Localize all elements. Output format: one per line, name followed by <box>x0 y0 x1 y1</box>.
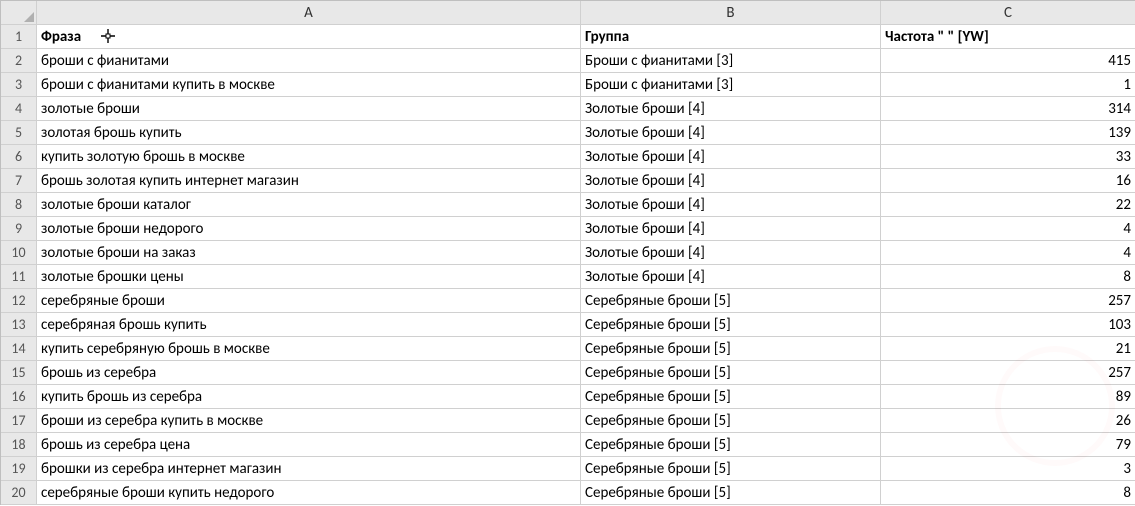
cell-phrase[interactable]: брошки из серебра интернет магазин <box>37 457 581 481</box>
cell-freq[interactable]: 3 <box>881 457 1135 481</box>
cell-freq[interactable]: 4 <box>881 241 1135 265</box>
cell-group[interactable]: Золотые броши [4] <box>581 145 881 169</box>
cell-group[interactable]: Серебряные броши [5] <box>581 289 881 313</box>
row-header[interactable]: 9 <box>1 217 37 241</box>
cell-group[interactable]: Серебряные броши [5] <box>581 337 881 361</box>
cell-freq[interactable]: 79 <box>881 433 1135 457</box>
cell-phrase[interactable]: купить брошь из серебра <box>37 385 581 409</box>
cell-group[interactable]: Золотые броши [4] <box>581 97 881 121</box>
row-header[interactable]: 11 <box>1 265 37 289</box>
row-header[interactable]: 3 <box>1 73 37 97</box>
cell-freq[interactable]: 257 <box>881 289 1135 313</box>
cell-phrase[interactable]: золотая брошь купить <box>37 121 581 145</box>
cell-freq[interactable]: 22 <box>881 193 1135 217</box>
cell-phrase[interactable]: серебряная брошь купить <box>37 313 581 337</box>
cell-phrase[interactable]: броши с фианитами купить в москве <box>37 73 581 97</box>
cell-phrase[interactable]: золотые брошки цены <box>37 265 581 289</box>
row-header[interactable]: 5 <box>1 121 37 145</box>
column-header-c[interactable]: C <box>881 1 1135 25</box>
row-header[interactable]: 17 <box>1 409 37 433</box>
cell-phrase[interactable]: серебряные броши купить недорого <box>37 481 581 505</box>
cell-phrase[interactable]: серебряные броши <box>37 289 581 313</box>
header-cell-group[interactable]: Группа <box>581 25 881 49</box>
cell-freq[interactable]: 16 <box>881 169 1135 193</box>
row-header[interactable]: 15 <box>1 361 37 385</box>
cell-group[interactable]: Серебряные броши [5] <box>581 457 881 481</box>
cell-phrase[interactable]: золотые броши недорого <box>37 217 581 241</box>
cell-freq[interactable]: 314 <box>881 97 1135 121</box>
cell-freq[interactable]: 26 <box>881 409 1135 433</box>
cell-group[interactable]: Серебряные броши [5] <box>581 385 881 409</box>
row-header[interactable]: 4 <box>1 97 37 121</box>
cell-phrase[interactable]: брошь золотая купить интернет магазин <box>37 169 581 193</box>
spreadsheet-grid[interactable]: A B C 1 Фраза Группа Частота " " [YW] 2б… <box>0 0 1135 505</box>
row-header[interactable]: 12 <box>1 289 37 313</box>
cell-freq[interactable]: 139 <box>881 121 1135 145</box>
cell-freq[interactable]: 89 <box>881 385 1135 409</box>
row-header[interactable]: 20 <box>1 481 37 505</box>
row-header[interactable]: 7 <box>1 169 37 193</box>
header-cell-phrase[interactable]: Фраза <box>37 25 581 49</box>
cell-group[interactable]: Золотые броши [4] <box>581 169 881 193</box>
column-header-b[interactable]: B <box>581 1 881 25</box>
row-header[interactable]: 1 <box>1 25 37 49</box>
column-header-a[interactable]: A <box>37 1 581 25</box>
cell-freq[interactable]: 21 <box>881 337 1135 361</box>
cell-phrase[interactable]: брошь из серебра цена <box>37 433 581 457</box>
cell-group[interactable]: Серебряные броши [5] <box>581 409 881 433</box>
cell-phrase[interactable]: золотые броши каталог <box>37 193 581 217</box>
row-header[interactable]: 10 <box>1 241 37 265</box>
cell-group[interactable]: Золотые броши [4] <box>581 121 881 145</box>
row-header[interactable]: 16 <box>1 385 37 409</box>
row-header[interactable]: 14 <box>1 337 37 361</box>
cell-group[interactable]: Золотые броши [4] <box>581 217 881 241</box>
cell-phrase[interactable]: золотые броши <box>37 97 581 121</box>
cell-freq[interactable]: 257 <box>881 361 1135 385</box>
cell-phrase[interactable]: броши из серебра купить в москве <box>37 409 581 433</box>
cell-phrase[interactable]: купить золотую брошь в москве <box>37 145 581 169</box>
cell-group[interactable]: Серебряные броши [5] <box>581 433 881 457</box>
cell-freq[interactable]: 33 <box>881 145 1135 169</box>
cell-phrase[interactable]: броши с фианитами <box>37 49 581 73</box>
select-all-corner[interactable] <box>1 1 37 25</box>
row-header[interactable]: 18 <box>1 433 37 457</box>
cell-freq[interactable]: 8 <box>881 481 1135 505</box>
cell-group[interactable]: Золотые броши [4] <box>581 193 881 217</box>
cell-group[interactable]: Серебряные броши [5] <box>581 361 881 385</box>
row-header[interactable]: 19 <box>1 457 37 481</box>
cell-phrase[interactable]: купить серебряную брошь в москве <box>37 337 581 361</box>
cell-group[interactable]: Броши с фианитами [3] <box>581 73 881 97</box>
cell-phrase[interactable]: брошь из серебра <box>37 361 581 385</box>
row-header[interactable]: 13 <box>1 313 37 337</box>
cell-freq[interactable]: 103 <box>881 313 1135 337</box>
header-cell-freq[interactable]: Частота " " [YW] <box>881 25 1135 49</box>
cell-group[interactable]: Золотые броши [4] <box>581 241 881 265</box>
row-header[interactable]: 2 <box>1 49 37 73</box>
cell-freq[interactable]: 4 <box>881 217 1135 241</box>
cell-group[interactable]: Серебряные броши [5] <box>581 313 881 337</box>
cell-freq[interactable]: 8 <box>881 265 1135 289</box>
row-header[interactable]: 6 <box>1 145 37 169</box>
row-header[interactable]: 8 <box>1 193 37 217</box>
cell-group[interactable]: Золотые броши [4] <box>581 265 881 289</box>
cell-group[interactable]: Серебряные броши [5] <box>581 481 881 505</box>
cell-freq[interactable]: 1 <box>881 73 1135 97</box>
cell-phrase[interactable]: золотые броши на заказ <box>37 241 581 265</box>
cell-group[interactable]: Броши с фианитами [3] <box>581 49 881 73</box>
cell-freq[interactable]: 415 <box>881 49 1135 73</box>
